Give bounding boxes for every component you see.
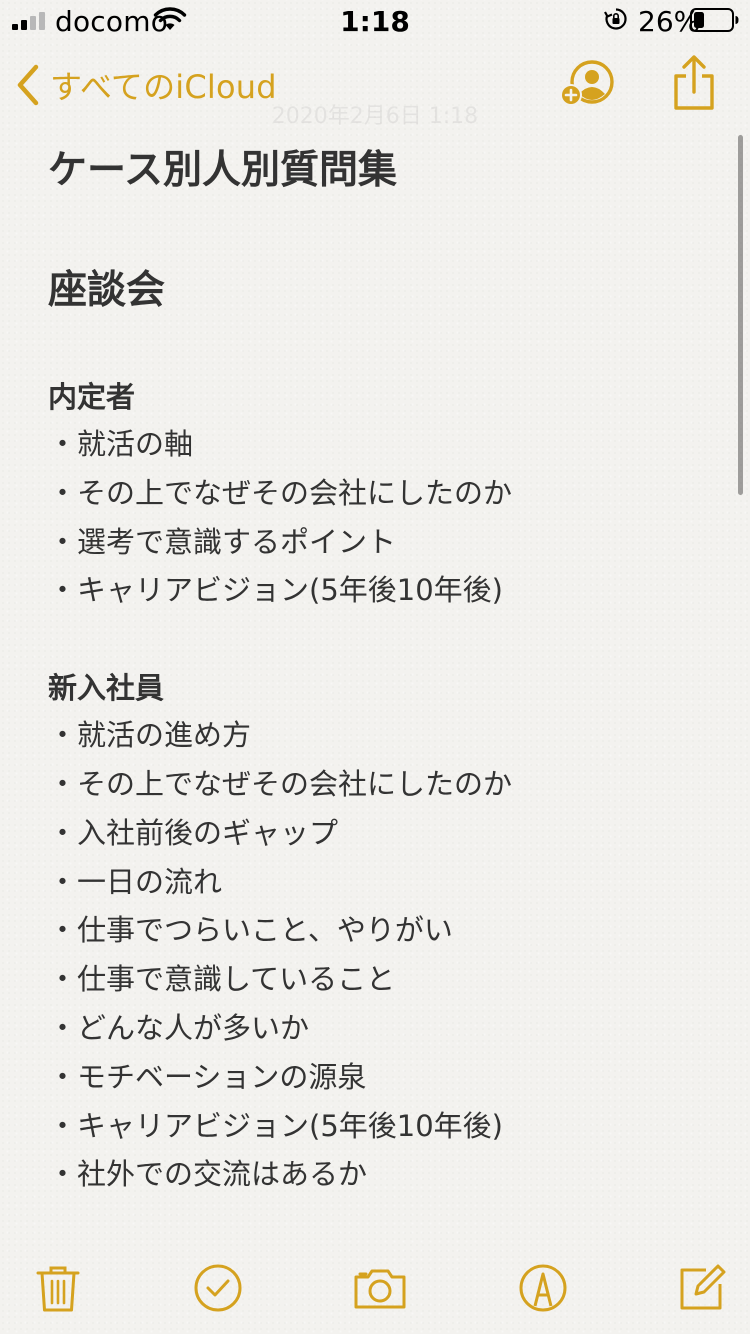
battery-icon (690, 8, 739, 32)
bullet-list: ・就活の進め方 ・その上でなぜその会社にしたのか ・入社前後のギャップ ・一日の… (48, 711, 728, 1199)
add-people-button[interactable] (558, 60, 618, 110)
section-heading: 内定者 (48, 380, 136, 414)
list-item: ・社外での交流はあるか (48, 1157, 368, 1192)
list-item: ・一日の流れ (48, 864, 223, 899)
list-item: ・その上でなぜその会社にしたのか (48, 766, 513, 801)
camera-button[interactable] (352, 1262, 408, 1314)
checklist-button[interactable] (192, 1262, 244, 1314)
bottom-toolbar (0, 1244, 750, 1334)
add-person-icon (560, 60, 614, 106)
trash-icon (36, 1266, 80, 1312)
list-item: ・選考で意識するポイント (48, 524, 397, 559)
markup-icon (519, 1264, 567, 1312)
note-title: ケース別人別質問集 (48, 148, 398, 193)
note-body[interactable]: ケース別人別質問集 座談会 内定者 ・就活の軸 ・その上でなぜその会社にしたのか… (48, 140, 728, 1199)
list-item: ・就活の軸 (48, 427, 194, 461)
section-shinnyu-shain: 新入社員 ・就活の進め方 ・その上でなぜその会社にしたのか ・入社前後のギャップ… (48, 665, 728, 1199)
list-item: ・仕事でつらいこと、やりがい (48, 913, 453, 948)
list-item: ・就活の進め方 (48, 718, 252, 753)
section-heading: 新入社員 (48, 671, 165, 706)
list-item: ・モチベーションの源泉 (48, 1059, 367, 1094)
delete-button[interactable] (32, 1262, 84, 1314)
list-item: ・その上でなぜその会社にしたのか (48, 475, 513, 510)
list-item: ・どんな人が多いか (48, 1010, 310, 1045)
list-item: ・キャリアビジョン(5年後10年後) (48, 573, 503, 608)
bullet-list: ・就活の軸 ・その上でなぜその会社にしたのか ・選考で意識するポイント ・キャリ… (48, 420, 728, 615)
orientation-lock-icon (604, 8, 627, 30)
scroll-indicator[interactable] (738, 135, 743, 495)
share-icon (674, 55, 714, 110)
note-heading: 座談会 (48, 268, 166, 313)
camera-icon (354, 1269, 406, 1309)
note-date: 2020年2月6日 1:18 (271, 104, 479, 129)
status-bar: docomo 1:18 26% (0, 0, 750, 40)
compose-icon (680, 1264, 726, 1310)
compose-button[interactable] (676, 1262, 728, 1314)
section-naiteisha: 内定者 ・就活の軸 ・その上でなぜその会社にしたのか ・選考で意識するポイント … (48, 374, 728, 615)
markup-button[interactable] (517, 1262, 569, 1314)
checklist-icon (194, 1264, 242, 1312)
list-item: ・入社前後のギャップ (48, 815, 339, 850)
navigation-bar: すべてのiCloud 2020年2月6日 1:18 (0, 40, 750, 130)
list-item: ・仕事で意識していること (48, 962, 396, 997)
list-item: ・キャリアビジョン(5年後10年後) (48, 1108, 503, 1143)
share-button[interactable] (670, 54, 718, 112)
